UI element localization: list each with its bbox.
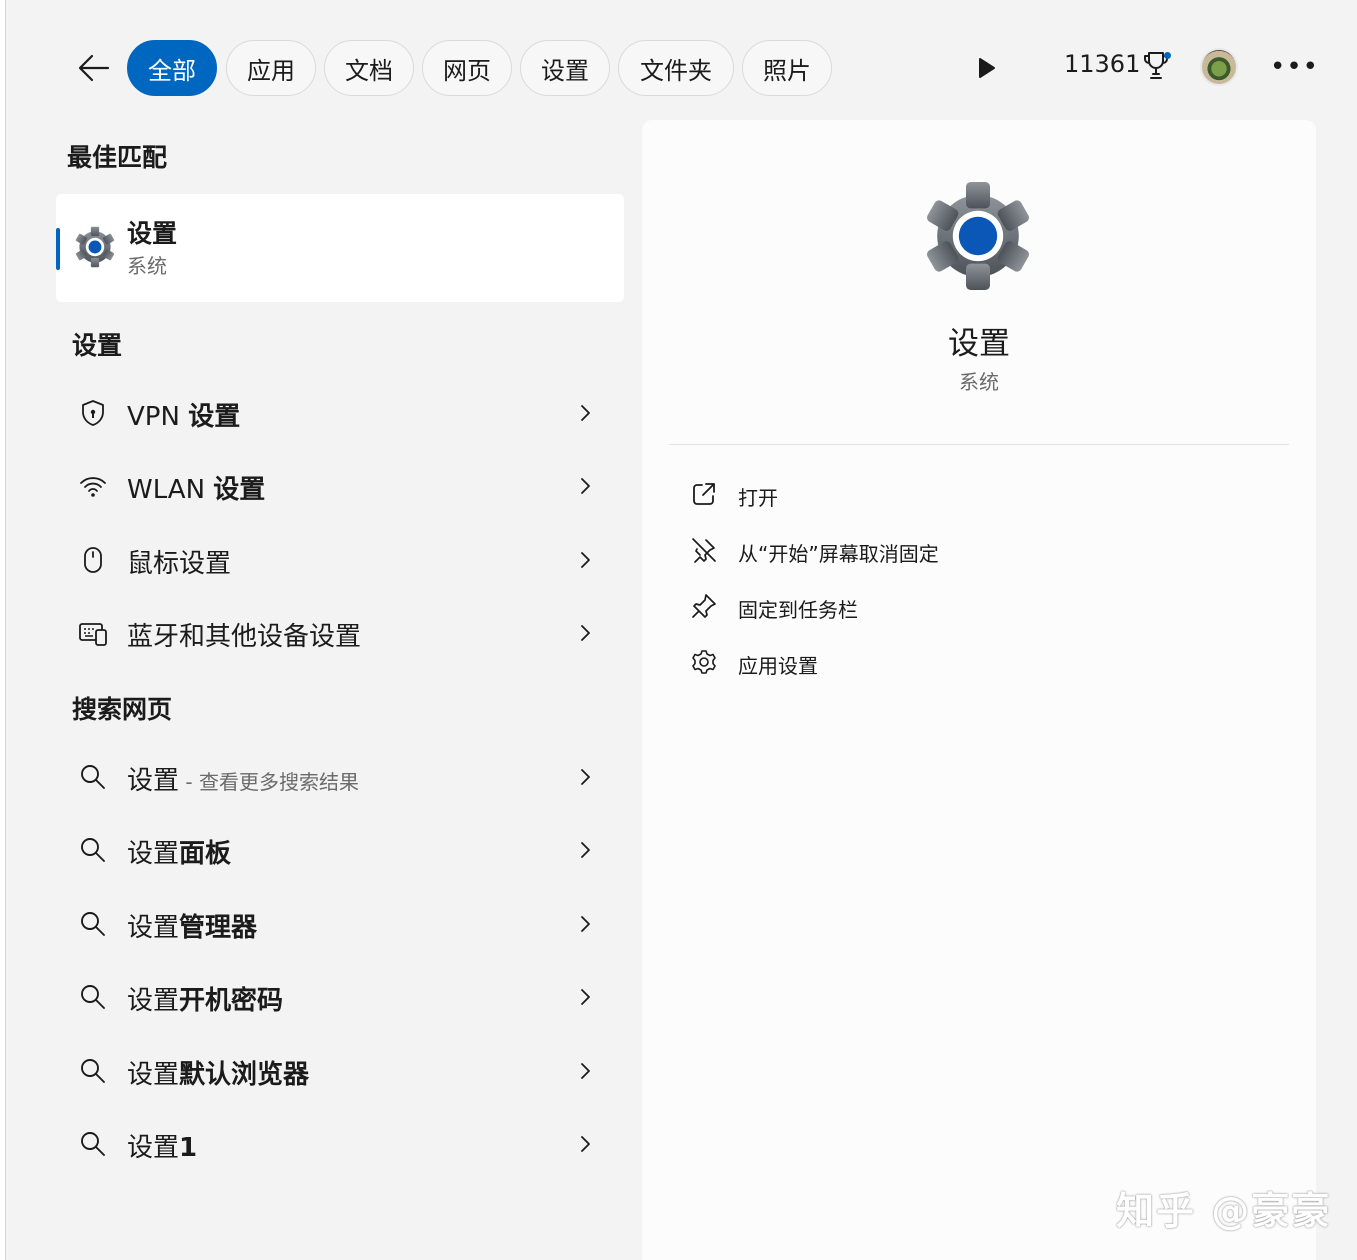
chevron-right-icon: [581, 842, 590, 858]
gear-outline-icon: [692, 650, 716, 674]
chevron-right-icon: [581, 1063, 590, 1079]
filter-tab-all[interactable]: 全部: [127, 40, 217, 96]
web-result-item[interactable]: 设置默认浏览器: [56, 1038, 624, 1104]
settings-item-mouse[interactable]: 鼠标设置: [56, 527, 624, 593]
action-label: 从“开始”屏幕取消固定: [738, 542, 939, 566]
web-result-item[interactable]: 设置面板: [56, 817, 624, 883]
filter-tab-settings[interactable]: 设置: [520, 40, 610, 96]
more-options-button[interactable]: •••: [1270, 52, 1318, 84]
chevron-right-icon: [581, 625, 590, 641]
web-search-heading: 搜索网页: [72, 695, 173, 724]
wifi-icon: [80, 477, 106, 497]
divider: [669, 444, 1289, 445]
selection-indicator: [56, 228, 60, 270]
web-result-label: 设置开机密码: [127, 986, 284, 1016]
mouse-icon: [84, 547, 102, 573]
best-match-result[interactable]: 设置 系统: [56, 194, 624, 302]
action-pin-taskbar[interactable]: 固定到任务栏: [682, 584, 1282, 628]
action-unpin-start[interactable]: 从“开始”屏幕取消固定: [682, 528, 1282, 572]
search-icon: [81, 765, 105, 789]
settings-item-label: 蓝牙和其他设备设置: [127, 622, 362, 652]
web-result-label: 设置面板: [127, 839, 232, 869]
search-icon: [81, 985, 105, 1009]
settings-item-label: VPN 设置: [127, 402, 241, 432]
web-result-label: 设置 - 查看更多搜索结果: [127, 766, 359, 796]
action-label: 应用设置: [738, 654, 818, 678]
detail-subtitle: 系统: [959, 370, 999, 394]
chevron-right-icon: [581, 916, 590, 932]
settings-heading: 设置: [72, 331, 123, 360]
web-result-label: 设置默认浏览器: [127, 1060, 310, 1090]
watermark: 知乎 @豪豪: [1116, 1189, 1332, 1233]
filter-tab-label: 设置: [541, 56, 589, 85]
action-open[interactable]: 打开: [682, 472, 1282, 516]
web-result-label: 设置管理器: [127, 913, 258, 943]
web-result-item[interactable]: 设置 - 查看更多搜索结果: [56, 744, 624, 810]
chevron-right-icon: [581, 1136, 590, 1152]
back-button[interactable]: [72, 46, 116, 90]
web-result-item[interactable]: 设置开机密码: [56, 964, 624, 1030]
chevron-right-icon: [581, 989, 590, 1005]
filter-tab-folders[interactable]: 文件夹: [618, 40, 734, 96]
filter-tab-label: 全部: [148, 56, 196, 85]
rewards-points[interactable]: 11361: [1064, 50, 1140, 78]
filter-tab-label: 应用: [247, 56, 295, 85]
filter-tab-label: 照片: [763, 56, 811, 85]
chevron-right-icon: [581, 478, 590, 494]
search-icon: [81, 1059, 105, 1083]
settings-gear-icon: [75, 226, 115, 268]
chevron-right-icon: [581, 769, 590, 785]
filter-tab-label: 网页: [443, 56, 491, 85]
search-icon: [81, 1132, 105, 1156]
web-result-label: 设置1: [127, 1133, 198, 1163]
detail-title: 设置: [948, 326, 1010, 362]
settings-item-label: 鼠标设置: [127, 549, 232, 579]
filter-tab-apps[interactable]: 应用: [226, 40, 316, 96]
avatar[interactable]: [1200, 48, 1238, 86]
search-window: 全部 应用 文档 网页 设置 文件夹 照片 11361 ••• 最佳匹配 设置 …: [6, 0, 1357, 1260]
action-app-settings[interactable]: 应用设置: [682, 640, 1282, 684]
shield-icon: [82, 400, 104, 426]
settings-item-label: WLAN 设置: [127, 475, 266, 505]
settings-item-bluetooth[interactable]: 蓝牙和其他设备设置: [56, 600, 624, 666]
filter-tab-label: 文档: [345, 56, 393, 85]
web-result-item[interactable]: 设置管理器: [56, 891, 624, 957]
filter-tab-photos[interactable]: 照片: [742, 40, 832, 96]
filter-tab-documents[interactable]: 文档: [324, 40, 414, 96]
unpin-icon: [692, 538, 716, 563]
search-icon: [81, 912, 105, 936]
action-label: 固定到任务栏: [738, 598, 858, 622]
best-match-heading: 最佳匹配: [67, 143, 168, 172]
play-more-filters-icon[interactable]: [972, 54, 1000, 82]
notification-dot: [1164, 52, 1171, 59]
pin-icon: [692, 594, 716, 618]
best-match-subtitle: 系统: [127, 254, 167, 278]
filter-tab-label: 文件夹: [640, 56, 712, 85]
best-match-title: 设置: [127, 219, 178, 248]
settings-item-wlan[interactable]: WLAN 设置: [56, 453, 624, 519]
filter-tab-web[interactable]: 网页: [422, 40, 512, 96]
chevron-right-icon: [581, 552, 590, 568]
detail-panel: 设置 系统 打开 从“开始”屏幕取消固定 固定到任务栏 应用设置: [642, 120, 1316, 1260]
web-result-item[interactable]: 设置1: [56, 1111, 624, 1177]
action-label: 打开: [738, 486, 778, 510]
arrow-left-icon: [78, 54, 110, 82]
devices-icon: [79, 623, 107, 646]
chevron-right-icon: [581, 405, 590, 421]
settings-item-vpn[interactable]: VPN 设置: [56, 380, 624, 446]
open-external-icon: [693, 483, 715, 505]
settings-gear-icon: [926, 182, 1030, 290]
search-icon: [81, 838, 105, 862]
